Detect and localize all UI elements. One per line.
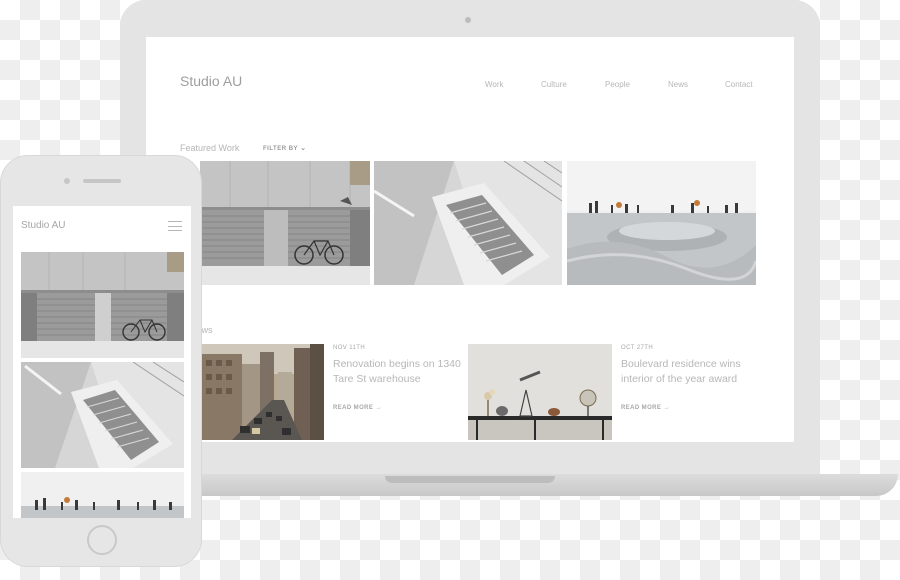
featured-work-heading: Featured Work xyxy=(180,143,240,153)
news-image-shelf-decor[interactable] xyxy=(468,344,612,440)
nav-culture[interactable]: Culture xyxy=(541,80,567,89)
phone-speaker xyxy=(83,179,121,183)
read-more-label: READ MORE xyxy=(333,405,374,411)
arrow-right-icon: → xyxy=(375,405,382,411)
featured-image-skatepark[interactable] xyxy=(21,472,184,518)
news-image-city-street[interactable] xyxy=(202,344,324,440)
filter-by-dropdown[interactable]: FILTER BY ⌄ xyxy=(263,144,307,152)
hamburger-menu-icon[interactable] xyxy=(168,221,182,231)
laptop-screen: Studio AU Work Culture People News Conta… xyxy=(146,37,794,442)
chevron-down-icon: ⌄ xyxy=(300,145,307,152)
featured-image-bicycle[interactable] xyxy=(200,161,370,285)
nav-work[interactable]: Work xyxy=(485,80,504,89)
brand-logo[interactable]: Studio AU xyxy=(21,220,65,231)
filter-by-label: FILTER BY xyxy=(263,146,298,152)
laptop-notch xyxy=(385,476,555,483)
featured-image-staircase[interactable] xyxy=(374,161,562,285)
laptop-camera xyxy=(465,17,471,23)
featured-image-staircase[interactable] xyxy=(21,362,184,468)
read-more-link[interactable]: READ MORE → xyxy=(621,405,670,411)
phone-camera xyxy=(64,178,70,184)
phone-screen: Studio AU xyxy=(13,206,191,518)
news-title[interactable]: Renovation begins on 1340 Tare St wareho… xyxy=(333,357,483,387)
nav-contact[interactable]: Contact xyxy=(725,80,753,89)
nav-people[interactable]: People xyxy=(605,80,630,89)
brand-logo[interactable]: Studio AU xyxy=(180,73,242,89)
news-date: NOV 11TH xyxy=(333,345,366,351)
featured-image-skatepark[interactable] xyxy=(567,161,756,285)
news-date: OCT 27TH xyxy=(621,345,654,351)
nav-news[interactable]: News xyxy=(668,80,688,89)
arrow-right-icon: → xyxy=(663,405,670,411)
news-title[interactable]: Boulevard residence wins interior of the… xyxy=(621,357,771,387)
home-button[interactable] xyxy=(87,525,117,555)
featured-image-bicycle[interactable] xyxy=(21,252,184,358)
phone-frame: Studio AU xyxy=(0,155,202,567)
read-more-link[interactable]: READ MORE → xyxy=(333,405,382,411)
read-more-label: READ MORE xyxy=(621,405,662,411)
